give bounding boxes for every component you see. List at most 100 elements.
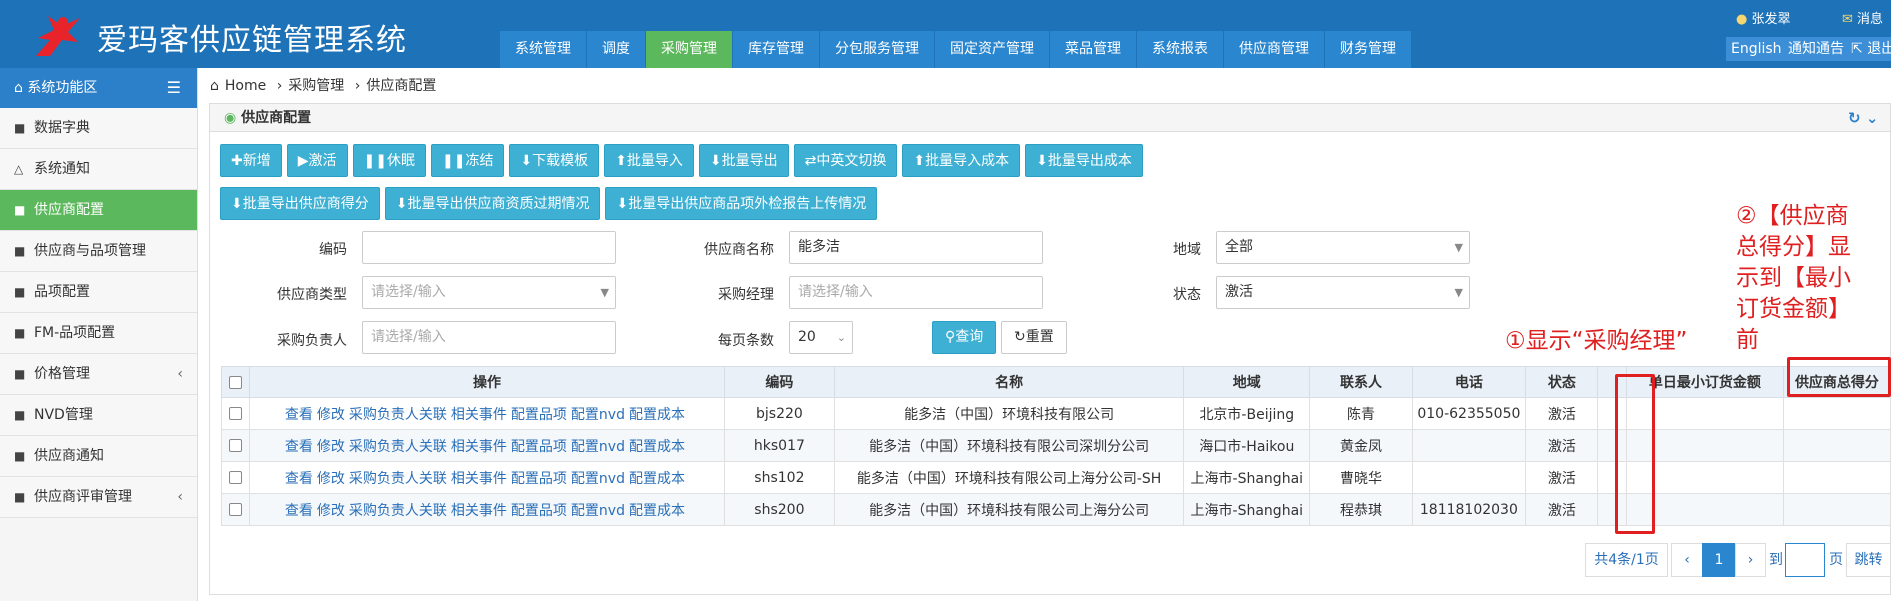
row-checkbox[interactable] [229, 407, 243, 420]
action-link[interactable]: 相关事件 [451, 439, 507, 455]
toolbar-button[interactable]: ⬇批量导出供应商得分 [220, 187, 380, 220]
sidebar-item[interactable]: ■ FM-品项配置 [0, 313, 197, 354]
reset-button[interactable]: ↻重置 [1001, 321, 1067, 354]
status-select[interactable]: 激活 ▼ [1216, 276, 1470, 309]
action-link[interactable]: 配置nvd [571, 471, 625, 487]
english-button[interactable]: English [1726, 37, 1787, 61]
nav-dishes[interactable]: 菜品管理 [1050, 31, 1136, 68]
action-link[interactable]: 查看 [285, 503, 313, 519]
toolbar-button[interactable]: ❚❚冻结 [430, 144, 505, 177]
action-link[interactable]: 查看 [285, 471, 313, 487]
row-select-cell [220, 493, 251, 526]
refresh-icon[interactable]: ↻ [1848, 109, 1861, 127]
breadcrumb-home[interactable]: Home [225, 78, 266, 94]
action-link[interactable]: 配置品项 [511, 503, 567, 519]
jump-button[interactable]: 跳转 [1846, 543, 1891, 577]
action-link[interactable]: 配置品项 [511, 439, 567, 455]
col-header-status: 状态 [1525, 366, 1599, 398]
supplier-type-select[interactable]: 请选择/输入 ▼ [362, 276, 616, 309]
check-circle-icon: ◉ [224, 110, 237, 126]
collapse-icon[interactable]: ⌄ [1866, 109, 1879, 127]
page-size-select[interactable]: 20 ⌄ [789, 321, 853, 354]
row-checkbox[interactable] [229, 439, 243, 452]
toolbar-button[interactable]: ✚新增 [220, 144, 282, 177]
toolbar-row-2: ⬇批量导出供应商得分 ⬇批量导出供应商资质过期情况 ⬇批量导出供应商品项外检报告上传… [220, 187, 882, 220]
action-link[interactable]: 配置品项 [511, 471, 567, 487]
sidebar-item[interactable]: △ 系统通知 [0, 149, 197, 190]
code-input[interactable] [362, 231, 616, 264]
action-link[interactable]: 修改 [317, 503, 345, 519]
nav-inventory[interactable]: 库存管理 [733, 31, 819, 68]
row-checkbox[interactable] [229, 471, 243, 484]
nav-finance[interactable]: 财务管理 [1325, 31, 1411, 68]
action-link[interactable]: 修改 [317, 407, 345, 423]
folder-open-icon: ■ [14, 203, 26, 217]
toolbar-button[interactable]: ⇄中英文切换 [793, 144, 898, 177]
breadcrumb-purchase[interactable]: 采购管理 [288, 78, 344, 94]
purchase-manager-input[interactable]: 请选择/输入 [789, 276, 1043, 309]
select-all-checkbox[interactable] [229, 375, 243, 389]
action-link[interactable]: 修改 [317, 471, 345, 487]
action-link[interactable]: 配置成本 [629, 407, 685, 423]
nav-subcontract[interactable]: 分包服务管理 [820, 31, 934, 68]
supplier-name-input[interactable]: 能多洁 [789, 231, 1043, 264]
action-link[interactable]: 配置品项 [511, 407, 567, 423]
action-link[interactable]: 配置nvd [571, 407, 625, 423]
toolbar-button[interactable]: ⬇批量导出供应商品项外检报告上传情况 [605, 187, 878, 220]
action-link[interactable]: 配置nvd [571, 439, 625, 455]
action-link[interactable]: 修改 [317, 439, 345, 455]
user-menu[interactable]: ● 张发翠 [1736, 8, 1791, 27]
message-link[interactable]: ✉ 消息 [1842, 8, 1883, 27]
sidebar-item[interactable]: ■ 供应商与品项管理 [0, 231, 197, 272]
toolbar-button[interactable]: ▶激活 [286, 144, 348, 177]
nav-purchase[interactable]: 采购管理 [646, 31, 732, 68]
toolbar-button[interactable]: ⬇批量导出供应商资质过期情况 [384, 187, 601, 220]
toolbar-button[interactable]: ⬇下载模板 [509, 144, 600, 177]
nav-system[interactable]: 系统管理 [500, 31, 586, 68]
sidebar-item[interactable]: ■ 品项配置 [0, 272, 197, 313]
action-link[interactable]: 相关事件 [451, 407, 507, 423]
next-page-button[interactable]: › [1735, 543, 1766, 577]
action-link[interactable]: 相关事件 [451, 471, 507, 487]
action-link[interactable]: 配置成本 [629, 471, 685, 487]
sidebar-item[interactable]: ■ NVD管理 [0, 395, 197, 436]
page-1-button[interactable]: 1 [1702, 543, 1736, 577]
sidebar-item-label: 供应商通知 [34, 448, 104, 464]
sidebar-item[interactable]: ■ 供应商通知 [0, 436, 197, 477]
toolbar-button[interactable]: ⬇批量导出成本 [1025, 144, 1143, 177]
row-checkbox[interactable] [229, 503, 243, 516]
sidebar-item[interactable]: ■ 供应商配置 [0, 190, 197, 231]
nav-reports[interactable]: 系统报表 [1137, 31, 1223, 68]
supplier-type-label: 供应商类型 [277, 287, 347, 303]
nav-assets[interactable]: 固定资产管理 [935, 31, 1049, 68]
logout-button[interactable]: ⇱ 退出 [1846, 37, 1891, 61]
action-link[interactable]: 配置成本 [629, 503, 685, 519]
sidebar-item[interactable]: ■ 价格管理 ‹ [0, 354, 197, 395]
notice-button[interactable]: 通知通告 [1783, 37, 1849, 61]
query-button[interactable]: ⚲查询 [932, 321, 997, 354]
action-link[interactable]: 配置成本 [629, 439, 685, 455]
action-link[interactable]: 查看 [285, 407, 313, 423]
toolbar-button[interactable]: ⬇批量导出 [698, 144, 789, 177]
toolbar-button[interactable]: ❚❚休眠 [352, 144, 426, 177]
menu-toggle-icon[interactable]: ☰ [167, 68, 181, 108]
action-link[interactable]: 采购负责人关联 [349, 407, 447, 423]
folder-open-icon: ■ [14, 244, 26, 258]
nav-dispatch[interactable]: 调度 [587, 31, 645, 68]
action-link[interactable]: 查看 [285, 439, 313, 455]
goto-page-input[interactable] [1785, 543, 1825, 577]
action-link[interactable]: 采购负责人关联 [349, 439, 447, 455]
action-link[interactable]: 采购负责人关联 [349, 503, 447, 519]
purchase-owner-input[interactable]: 请选择/输入 [362, 321, 616, 354]
toolbar-button[interactable]: ⬆批量导入 [604, 144, 694, 177]
region-select[interactable]: 全部 ▼ [1216, 231, 1470, 264]
prev-page-button[interactable]: ‹ [1671, 543, 1703, 577]
sidebar-item[interactable]: ■ 数据字典 [0, 108, 197, 149]
action-link[interactable]: 相关事件 [451, 503, 507, 519]
action-link[interactable]: 采购负责人关联 [349, 471, 447, 487]
nav-supplier[interactable]: 供应商管理 [1224, 31, 1324, 68]
folder-open-icon: ■ [14, 490, 26, 504]
sidebar-item[interactable]: ■ 供应商评审管理 ‹ [0, 477, 197, 518]
action-link[interactable]: 配置nvd [571, 503, 625, 519]
toolbar-button[interactable]: ⬆批量导入成本 [902, 144, 1021, 177]
